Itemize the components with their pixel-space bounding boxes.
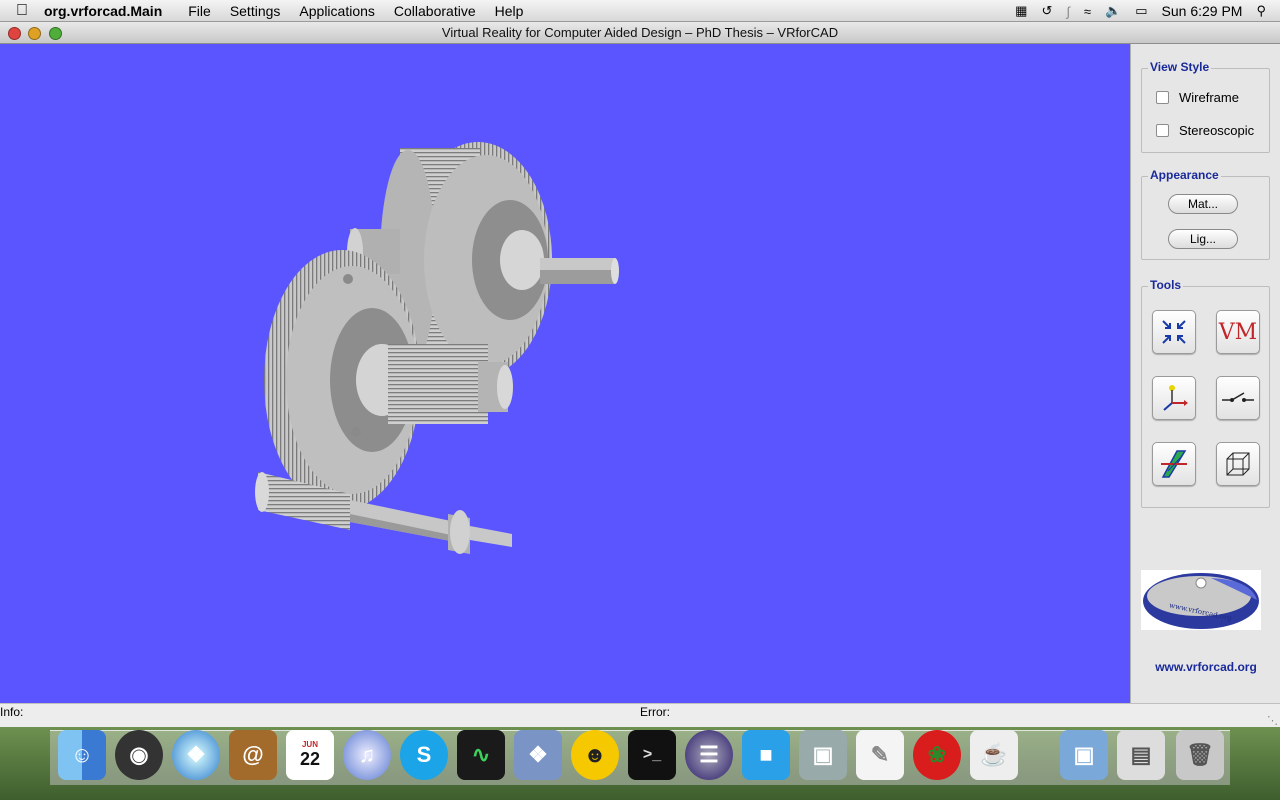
menu-help[interactable]: Help	[495, 3, 524, 19]
documents-stack-icon[interactable]: ▤	[1117, 730, 1165, 780]
volume-icon[interactable]: 🔈	[1105, 3, 1121, 19]
appearance-legend: Appearance	[1148, 168, 1221, 182]
lighting-button[interactable]: Lig...	[1168, 229, 1238, 249]
error-label: Error:	[640, 705, 670, 719]
axes-icon[interactable]	[1152, 376, 1196, 420]
wireframe-label[interactable]: Wireframe	[1179, 90, 1239, 105]
menu-bar:  org.vrforcad.Main File Settings Applic…	[0, 0, 1280, 22]
time-machine-icon[interactable]: ↺	[1041, 3, 1052, 19]
info-label: Info:	[0, 705, 24, 719]
view-style-legend: View Style	[1148, 60, 1212, 74]
safari-icon[interactable]: ❖	[172, 730, 220, 780]
applications-folder-icon[interactable]: ▣	[1060, 730, 1108, 780]
ical-icon[interactable]: JUN 22	[286, 730, 334, 780]
vrforcad-logo: www.vrforcad.org	[1141, 570, 1261, 630]
activity-monitor-icon[interactable]: ∿	[457, 730, 505, 780]
status-bar: Info: Error: ⋱	[0, 703, 1280, 727]
menu-settings[interactable]: Settings	[230, 3, 281, 19]
wireframe-checkbox-row[interactable]: Wireframe	[1156, 90, 1239, 105]
app-icon[interactable]: ■	[742, 730, 790, 780]
textedit-icon[interactable]: ✎	[856, 730, 904, 780]
switch-icon[interactable]	[1216, 376, 1260, 420]
iphoto-icon[interactable]: ▣	[799, 730, 847, 780]
window-title: Virtual Reality for Computer Aided Desig…	[441, 25, 839, 40]
trash-icon[interactable]: 🗑	[1176, 730, 1224, 780]
gearbox-model	[255, 142, 619, 554]
view-style-group: View Style Wireframe Stereoscopic	[1141, 60, 1270, 153]
stereoscopic-label[interactable]: Stereoscopic	[1179, 123, 1254, 138]
stereoscopic-checkbox-row[interactable]: Stereoscopic	[1156, 123, 1254, 138]
menu-collaborative[interactable]: Collaborative	[394, 3, 476, 19]
website-link[interactable]: www.vrforcad.org	[1131, 660, 1280, 674]
appearance-group: Appearance Mat... Lig...	[1141, 168, 1270, 260]
app-icon-2[interactable]: ❀	[913, 730, 961, 780]
spotlight-search-icon[interactable]: ⚲	[1256, 3, 1266, 19]
ical-day: 22	[299, 749, 321, 769]
vm-icon[interactable]: VM	[1216, 310, 1260, 354]
spaces-icon[interactable]: ▦	[1015, 3, 1027, 19]
window-title-bar: Virtual Reality for Computer Aided Desig…	[0, 22, 1280, 44]
minimize-window-button[interactable]	[28, 27, 41, 40]
side-panel: View Style Wireframe Stereoscopic Appear…	[1130, 44, 1280, 703]
ical-month: JUN	[301, 740, 318, 749]
stereoscopic-checkbox[interactable]	[1156, 124, 1169, 137]
itunes-icon[interactable]: ♫	[343, 730, 391, 780]
app-name-menu[interactable]: org.vrforcad.Main	[44, 3, 162, 19]
close-window-button[interactable]	[8, 27, 21, 40]
preview-icon[interactable]: ❖	[514, 730, 562, 780]
wifi-icon[interactable]: ≈	[1084, 4, 1091, 19]
bounding-box-icon[interactable]	[1216, 442, 1260, 486]
finder-icon[interactable]: ☺	[58, 730, 106, 780]
material-button[interactable]: Mat...	[1168, 194, 1238, 214]
battery-icon[interactable]: ▭	[1135, 3, 1147, 19]
address-book-icon[interactable]: @	[229, 730, 277, 780]
vm-label: VM	[1218, 319, 1258, 345]
menu-file[interactable]: File	[188, 3, 211, 19]
tools-legend: Tools	[1148, 278, 1184, 292]
section-plane-icon[interactable]	[1152, 442, 1196, 486]
apple-menu-icon[interactable]: 	[0, 2, 44, 20]
eclipse-icon[interactable]: ☰	[685, 730, 733, 780]
terminal-icon[interactable]: >_	[628, 730, 676, 780]
java-icon[interactable]: ☕	[970, 730, 1018, 780]
menu-applications[interactable]: Applications	[299, 3, 375, 19]
zoom-window-button[interactable]	[49, 27, 62, 40]
yahoo-messenger-icon[interactable]: ☻	[571, 730, 619, 780]
3d-viewport[interactable]	[0, 44, 1130, 703]
skype-icon[interactable]: S	[400, 730, 448, 780]
bluetooth-icon[interactable]: ∫	[1066, 4, 1070, 19]
dashboard-icon[interactable]: ◉	[115, 730, 163, 780]
tools-group: Tools VM	[1141, 278, 1270, 508]
clock[interactable]: Sun 6:29 PM	[1162, 3, 1243, 19]
resize-grip-icon[interactable]: ⋱	[1267, 714, 1278, 727]
fit-to-view-icon[interactable]	[1152, 310, 1196, 354]
wireframe-checkbox[interactable]	[1156, 91, 1169, 104]
